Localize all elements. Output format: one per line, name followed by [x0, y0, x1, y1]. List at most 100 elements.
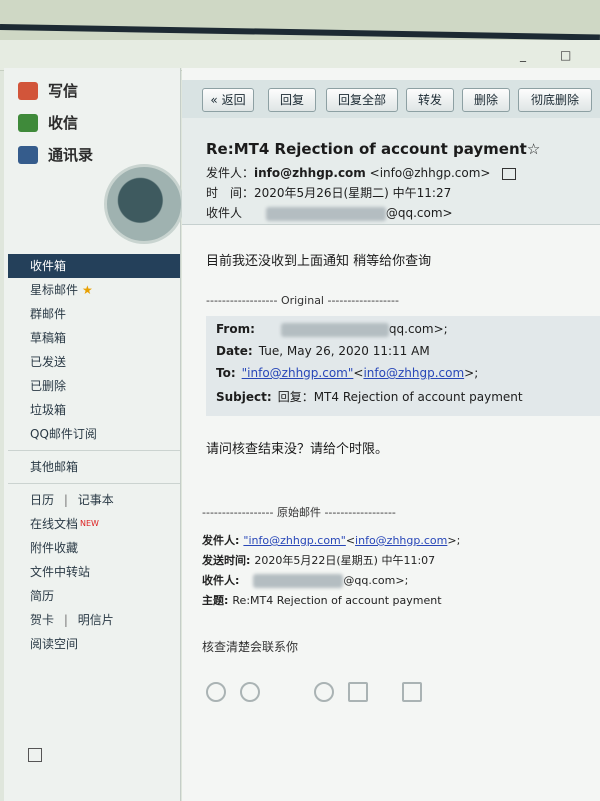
to-address-link[interactable]: info@zhhgp.com [363, 366, 464, 380]
rotate-icon[interactable] [314, 682, 334, 702]
fwd-sender-suffix: >; [447, 534, 461, 547]
redacted-recipient [253, 574, 344, 588]
question-text: 请问核查结束没？请给个时限。 [206, 442, 389, 457]
folder-deleted[interactable]: 已删除 [8, 374, 180, 398]
quote-subject-row: Subject: 回复：MT4 Rejection of account paym… [216, 388, 523, 405]
folder-starred-label: 星标邮件 [30, 283, 79, 297]
fwd-sender-label: 发件人: [202, 534, 240, 547]
sender-name[interactable]: info@zhhgp.com [254, 166, 366, 180]
qq-penguin-avatar [104, 164, 184, 244]
permanent-delete-button[interactable]: 彻底删除 [518, 88, 592, 112]
mail-header: Re:MT4 Rejection of account payment☆ 发件人… [182, 118, 600, 225]
folder-sent[interactable]: 已发送 [8, 350, 180, 374]
mail-subject: Re:MT4 Rejection of account payment☆ [206, 140, 540, 158]
original-divider: ------------------ Original ------------… [206, 294, 399, 307]
star-icon[interactable]: ☆ [527, 140, 540, 158]
recipient-label: 收件人 [206, 206, 243, 220]
compose-label: 写信 [48, 82, 79, 100]
redacted-recipient [265, 206, 386, 221]
contacts-label: 通讯录 [48, 146, 94, 164]
zoom-in-icon[interactable] [206, 682, 226, 702]
reply-button[interactable]: 回复 [268, 88, 316, 112]
postcards-link[interactable]: 明信片 [78, 613, 114, 627]
window-titlebar: _ □ [0, 40, 600, 71]
divider [8, 483, 180, 484]
attachments-link[interactable]: 附件收藏 [8, 536, 180, 560]
separator: | [63, 493, 68, 507]
subject-label: Subject: [216, 390, 272, 404]
fwd-recipient-suffix: @qq.com>; [343, 574, 409, 587]
fwd-sender-address-link[interactable]: info@zhhgp.com [355, 534, 447, 547]
cards-link[interactable]: 贺卡 [30, 613, 54, 627]
folder-drafts[interactable]: 草稿箱 [8, 326, 180, 350]
to-name-link[interactable]: "info@zhhgp.com" [242, 366, 354, 380]
bottom-toolbar [206, 682, 422, 702]
new-badge: NEW [80, 519, 99, 528]
online-docs-link[interactable]: 在线文档 NEW [8, 512, 180, 536]
delete-button[interactable]: 删除 [462, 88, 510, 112]
notes-link[interactable]: 记事本 [78, 493, 114, 507]
from-label: From: [216, 322, 255, 336]
fwd-subject-row: 主题: Re:MT4 Rejection of account payment [202, 592, 442, 608]
time-value: 2020年5月26日(星期二) 中午11:27 [254, 186, 452, 200]
forward-button[interactable]: 转发 [406, 88, 454, 112]
quote-subject-value: 回复：MT4 Rejection of account payment [277, 390, 523, 404]
other-mailboxes[interactable]: 其他邮箱 [8, 455, 180, 479]
date-label: Date: [216, 344, 253, 358]
fwd-subject-label: 主题: [202, 594, 229, 607]
recipient-suffix: @qq.com> [385, 206, 453, 220]
source-mail-divider: ------------------ 原始邮件 ----------------… [202, 506, 396, 519]
separator: | [63, 613, 68, 627]
maximize-button[interactable]: □ [560, 48, 571, 62]
fwd-recipient-label: 收件人: [202, 574, 240, 587]
download-icon[interactable] [402, 682, 422, 702]
fwd-time-row: 发送时间: 2020年5月22日(星期五) 中午11:07 [202, 552, 435, 568]
from-suffix: qq.com>; [388, 322, 448, 336]
folder-group[interactable]: 群邮件 [8, 302, 180, 326]
divider [8, 450, 180, 451]
fwd-recipient-row: 收件人: @qq.com>; [202, 572, 408, 588]
folder-starred[interactable]: 星标邮件 ★ [8, 278, 180, 302]
calendar-link[interactable]: 日历 [30, 493, 54, 507]
tools-row-calendar: 日历 | 记事本 [8, 488, 180, 512]
reading-space-link[interactable]: 阅读空间 [8, 632, 180, 656]
file-transfer-link[interactable]: 文件中转站 [8, 560, 180, 584]
folder-inbox[interactable]: 收件箱 [8, 254, 180, 278]
contacts-button[interactable]: 通讯录 [18, 144, 93, 165]
folder-subscriptions[interactable]: QQ邮件订阅 [8, 422, 180, 446]
inbox-icon [18, 113, 38, 132]
contacts-icon [18, 145, 38, 164]
folder-spam[interactable]: 垃圾箱 [8, 398, 180, 422]
zoom-out-icon[interactable] [240, 682, 260, 702]
quote-from-row: From: qq.com>; [216, 322, 448, 337]
reply-all-button[interactable]: 回复全部 [326, 88, 398, 112]
contact-card-icon[interactable] [502, 167, 517, 180]
quoted-header: From: qq.com>; Date: Tue, May 26, 2020 11:… [206, 316, 600, 416]
to-label: To: [216, 366, 236, 380]
online-docs-label: 在线文档 [30, 517, 79, 531]
verify-text: 核查清楚会联系你 [202, 640, 299, 654]
fwd-time-label: 发送时间: [202, 554, 251, 567]
recipient-row: 收件人 @qq.com> [206, 204, 453, 221]
fwd-sender-name-link[interactable]: "info@zhhgp.com" [243, 534, 345, 547]
fwd-subject-value: Re:MT4 Rejection of account payment [232, 594, 442, 607]
mail-toolbar: « 返回 回复 回复全部 转发 删除 彻底删除 [182, 80, 600, 119]
edit-icon[interactable] [348, 682, 368, 702]
mail-view: « 返回 回复 回复全部 转发 删除 彻底删除 Re:MT4 Rejection… [182, 68, 600, 801]
fwd-sender-row: 发件人: "info@zhhgp.com"<info@zhhgp.com>; [202, 534, 461, 547]
storage-icon [28, 748, 42, 762]
compose-button[interactable]: 写信 [18, 80, 78, 101]
quote-date-row: Date: Tue, May 26, 2020 11:11 AM [216, 344, 430, 358]
folder-list: 收件箱 星标邮件 ★ 群邮件 草稿箱 已发送 已删除 垃圾箱 QQ邮件订阅 其他邮… [8, 254, 180, 656]
resume-link[interactable]: 简历 [8, 584, 180, 608]
sender-address: <info@zhhgp.com> [369, 166, 491, 180]
back-button[interactable]: « 返回 [202, 88, 254, 112]
time-label: 时 间： [206, 186, 255, 200]
sender-row: 发件人：info@zhhgp.com <info@zhhgp.com> [206, 164, 517, 181]
receive-button[interactable]: 收信 [18, 112, 78, 133]
redacted-email [280, 322, 389, 337]
star-icon: ★ [82, 283, 93, 297]
subject-text: Re:MT4 Rejection of account payment [206, 140, 527, 158]
minimize-button[interactable]: _ [520, 48, 526, 62]
fwd-time-value: 2020年5月22日(星期五) 中午11:07 [254, 554, 436, 567]
